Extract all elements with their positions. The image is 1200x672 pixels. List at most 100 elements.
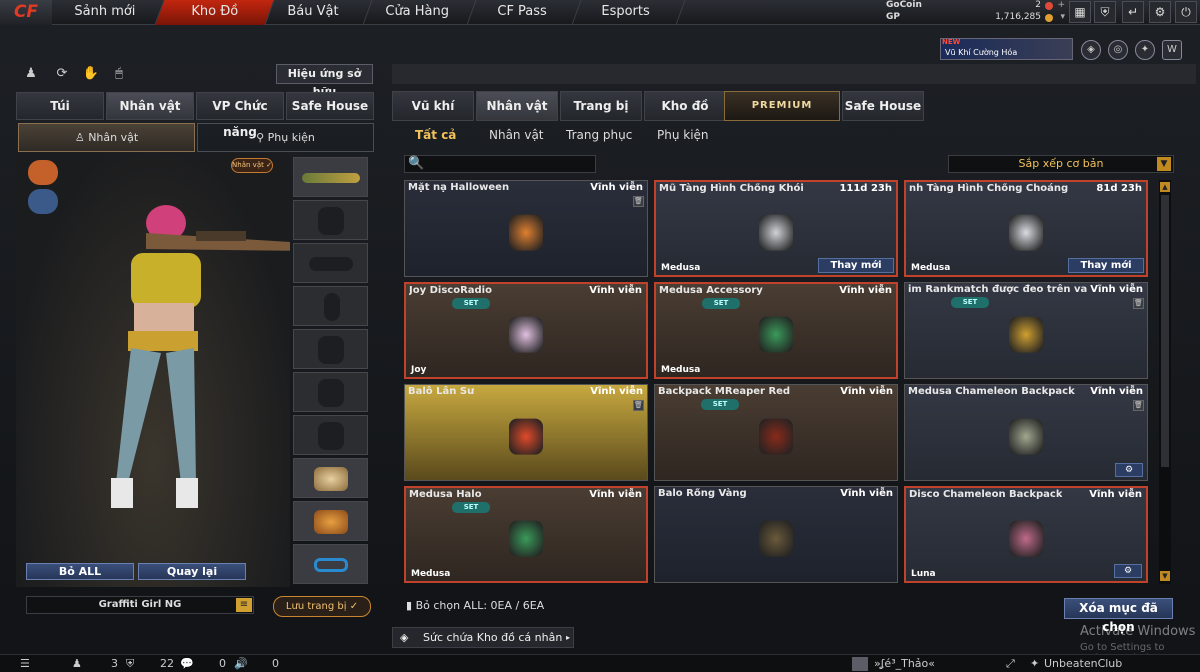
tab-cua-hang[interactable]: Cửa Hàng (357, 0, 477, 25)
expand-icon[interactable]: ⤢ (1006, 657, 1015, 671)
speaker-icon[interactable]: 🔊 (234, 657, 248, 670)
top-nav-bar: CF Sảnh mới Kho Đồ Báu Vật Cửa Hàng CF P… (0, 0, 1200, 25)
clan-name[interactable]: UnbeatenClub (1044, 657, 1122, 670)
w-logo-icon[interactable]: W (1162, 40, 1182, 60)
back-arrow-icon[interactable]: ↵ (1122, 1, 1144, 23)
slot-face[interactable] (293, 243, 368, 283)
slot-pants[interactable] (293, 415, 368, 455)
item-card[interactable]: Mũ Tàng Hình Chống Khói 111d 23h Medusa Tha… (654, 180, 898, 277)
item-card[interactable]: Medusa Accessory Vĩnh viễn SET Medusa (654, 282, 898, 379)
sort-dropdown[interactable]: Sắp xếp cơ bản (948, 155, 1174, 173)
party-icon[interactable]: ♟ (72, 657, 82, 670)
rotate-icon[interactable]: ⟳ (53, 65, 71, 83)
menu-icon[interactable]: ☰ (20, 657, 30, 670)
slot-radio[interactable] (293, 286, 368, 326)
trash-icon[interactable]: 🗑 (1133, 400, 1144, 411)
back-button[interactable]: Quay lại (138, 563, 246, 580)
slot-vest[interactable] (293, 372, 368, 412)
scroll-up-icon[interactable]: ▲ (1160, 182, 1170, 192)
subtab-nhan-vat[interactable]: ♙ Nhân vật (18, 123, 195, 152)
tab-premium[interactable]: PREMIUM (724, 91, 840, 121)
owned-effects-button[interactable]: Hiệu ứng sở hữu (276, 64, 373, 98)
tab-tui[interactable]: Túi (16, 92, 104, 120)
filter-costume[interactable]: Trang phục (566, 127, 632, 143)
item-card[interactable]: Medusa Halo Vĩnh viễn SET Medusa (404, 486, 648, 583)
save-loadout-button[interactable]: Lưu trang bị ✓ (273, 596, 371, 617)
filter-all[interactable]: Tất cả (415, 127, 456, 143)
trash-icon[interactable]: 🗑 (1133, 298, 1144, 309)
item-name: Medusa Accessory (659, 285, 763, 296)
avatar[interactable] (852, 657, 868, 671)
tab-vu-khi[interactable]: Vũ khí (392, 91, 474, 121)
subtab-phu-kien[interactable]: ⚲ Phụ kiện (197, 123, 374, 152)
item-card[interactable]: nh Tàng Hình Chống Choáng 81d 23h Medusa Th… (904, 180, 1148, 277)
item-card[interactable]: Medusa Chameleon Backpack Vĩnh viễn 🗑 ⚙ (904, 384, 1148, 481)
tab-esports[interactable]: Esports (566, 0, 686, 25)
item-duration: Vĩnh viễn (590, 386, 643, 397)
character-group-icon[interactable]: ♟ (22, 65, 40, 83)
character-preview[interactable] (16, 153, 308, 587)
tab-cf-pass[interactable]: CF Pass (462, 0, 582, 25)
delete-selected-button[interactable]: Xóa mục đã chọn (1064, 598, 1173, 634)
preset-name[interactable]: Graffiti Girl NG (26, 596, 254, 614)
clan-shield-icon[interactable]: ⛨ (126, 657, 134, 671)
item-card[interactable]: Balo Rồng Vàng Vĩnh viễn (654, 486, 898, 583)
slot-weapon[interactable] (293, 157, 368, 197)
tab-nhan-vat[interactable]: Nhân vật (476, 91, 558, 121)
scroll-down-icon[interactable]: ▼ (1160, 571, 1170, 581)
tab-safe-house[interactable]: Safe House (286, 92, 374, 120)
item-name: Balô Lân Sư (408, 386, 475, 397)
rank-icon[interactable]: ◈ (1081, 40, 1101, 60)
item-card[interactable]: Backpack MReaper Red Vĩnh viễn SET (654, 384, 898, 481)
mouse-icon[interactable]: 🖱 (110, 65, 128, 83)
chat-icon[interactable]: 💬 (180, 657, 194, 670)
item-card[interactable]: im Rankmatch được đeo trên vai Vĩnh viễn 🗑… (904, 282, 1148, 379)
tab-vp-chuc-nang[interactable]: VP Chức năng (196, 92, 284, 139)
item-card[interactable]: Disco Chameleon Backpack Vĩnh viễn Luna ⚙ (904, 486, 1148, 583)
item-image (1009, 520, 1043, 557)
remove-all-button[interactable]: Bỏ ALL (26, 563, 134, 580)
slot-halo[interactable] (293, 544, 368, 584)
character-mode-icon[interactable] (28, 160, 58, 185)
item-card[interactable]: Balô Lân Sư Vĩnh viễn 🗑 (404, 384, 648, 481)
shield-icon[interactable]: ⛨ (1094, 1, 1116, 23)
tab-bau-vat[interactable]: Báu Vật (253, 0, 373, 25)
tab-sanh-moi[interactable]: Sảnh mới (45, 0, 165, 25)
storage-capacity-button[interactable]: ◈ Sức chứa Kho đồ cá nhân ▸ (392, 627, 574, 648)
user-name[interactable]: »ʆé³_Thảo« (874, 657, 935, 670)
tab-nhan-vat[interactable]: Nhân vật (106, 92, 194, 120)
tab-trang-bi[interactable]: Trang bị (560, 91, 642, 121)
gear-icon[interactable]: ⚙ (1149, 1, 1171, 23)
gear-icon[interactable]: ⚙ (1115, 463, 1143, 477)
grid-menu-icon[interactable]: ▦ (1069, 1, 1091, 23)
pose-icon[interactable]: ✋ (82, 65, 100, 83)
set-badge: SET (702, 298, 740, 309)
replace-button[interactable]: Thay mới (818, 258, 894, 273)
list-menu-icon[interactable]: ≡ (236, 598, 252, 612)
power-icon[interactable]: ⏻ (1175, 1, 1197, 23)
replace-button[interactable]: Thay mới (1068, 258, 1144, 273)
gear-icon[interactable]: ⚙ (1114, 564, 1142, 578)
tab-safe-house[interactable]: Safe House (842, 91, 924, 121)
tab-kho-do[interactable]: Kho đồ (644, 91, 726, 121)
chevron-down-icon[interactable]: ▾ (1060, 12, 1065, 22)
search-input[interactable] (404, 155, 596, 173)
item-card[interactable]: Joy DiscoRadio Vĩnh viễn SET Joy (404, 282, 648, 379)
filter-character[interactable]: Nhân vật (489, 127, 544, 143)
trash-icon[interactable]: 🗑 (633, 196, 644, 207)
slot-back[interactable] (293, 501, 368, 541)
slot-head[interactable] (293, 200, 368, 240)
selection-info[interactable]: ▮ Bỏ chọn ALL: 0EA / 6EA (406, 599, 544, 612)
chevron-down-icon[interactable]: ▼ (1157, 157, 1171, 171)
handshake-icon[interactable] (28, 189, 58, 214)
search-icon[interactable]: 🔍 (408, 156, 424, 172)
filter-accessory[interactable]: Phụ kiện (657, 127, 709, 143)
plus-icon[interactable]: + (1057, 0, 1065, 10)
slot-shoulder[interactable] (293, 458, 368, 498)
globe-icon[interactable]: ◎ (1108, 40, 1128, 60)
slot-body[interactable] (293, 329, 368, 369)
trash-icon[interactable]: 🗑 (633, 400, 644, 411)
item-card[interactable]: Mặt nạ Halloween Vĩnh viễn 🗑 (404, 180, 648, 277)
scroll-thumb[interactable] (1161, 195, 1169, 467)
wings-icon[interactable]: ✦ (1135, 40, 1155, 60)
